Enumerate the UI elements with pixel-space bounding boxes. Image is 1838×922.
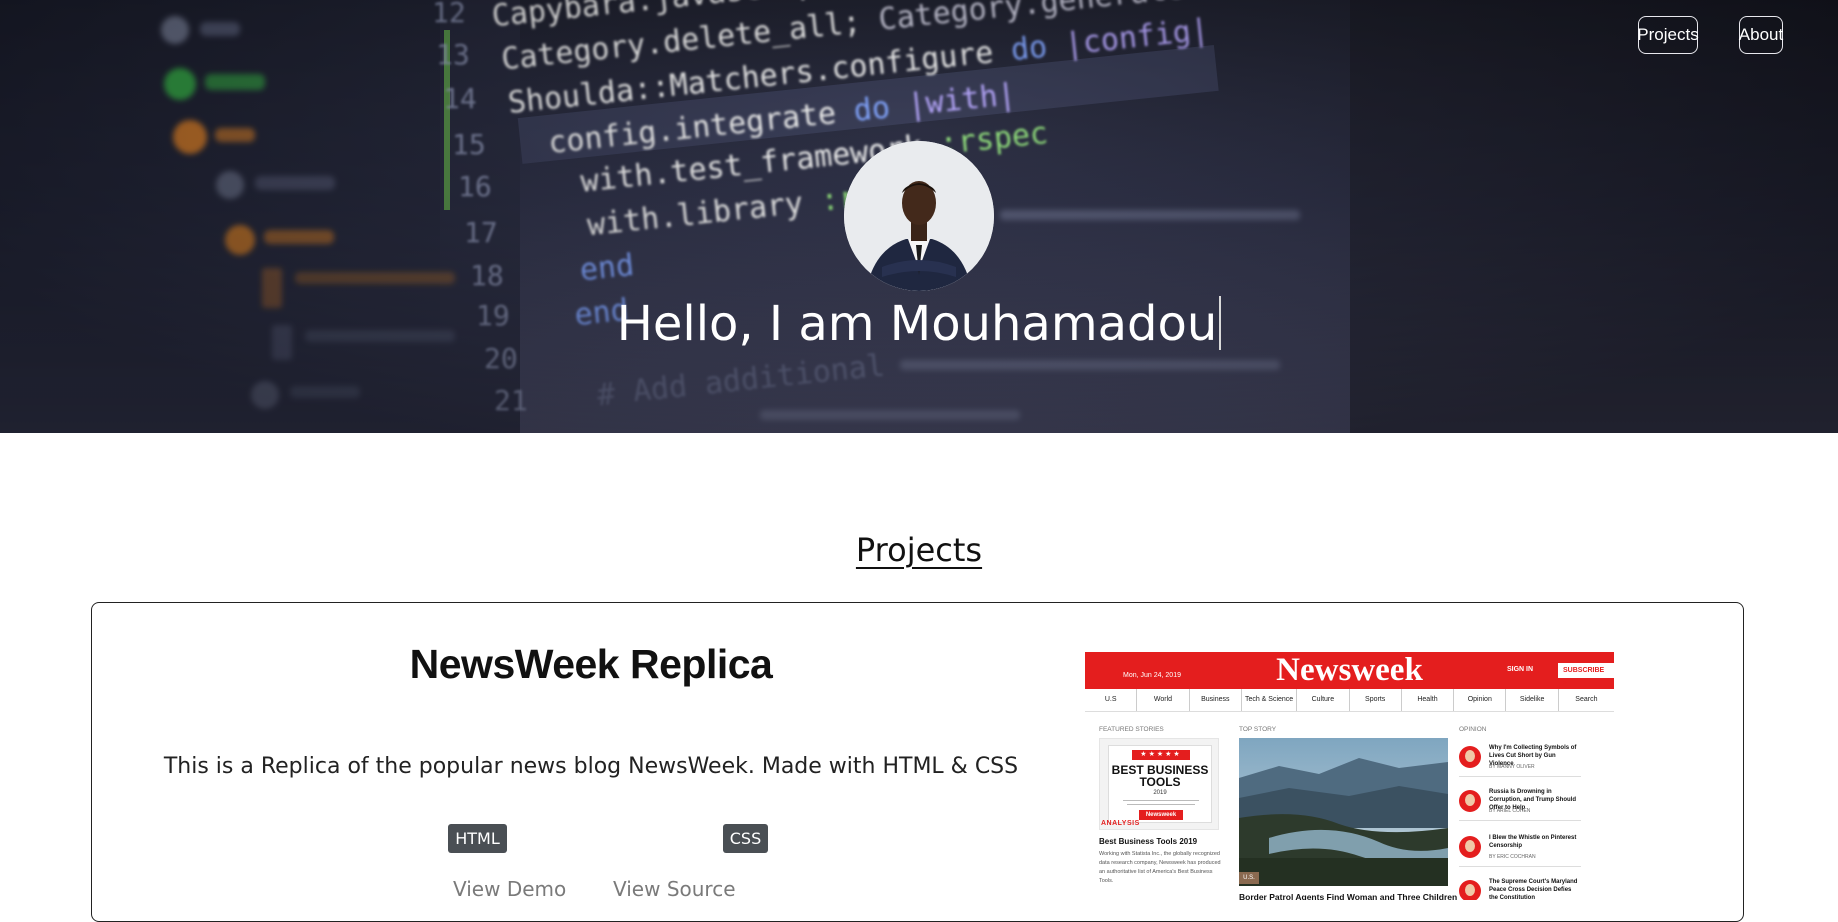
newsweek-mini-badge: Newsweek [1139,810,1183,820]
analysis-label: ANALYSIS [1101,820,1140,827]
nav-projects-button[interactable]: Projects [1637,16,1699,54]
author-avatar [1459,790,1481,812]
author-avatar [1459,746,1481,768]
best-tools-title: BEST BUSINESS TOOLS [1111,763,1209,789]
featured-story-image: ★★★★★ BEST BUSINESS TOOLS 2019 Newsweek [1099,738,1219,830]
tag-html-badge: HTML [448,824,507,853]
featured-stories-heading: FEATURED STORIES [1099,726,1164,733]
project-title: NewsWeek Replica [409,641,773,687]
divider [1459,776,1581,777]
newsweek-menu-item: U.S [1085,689,1138,711]
hero-greeting-text: Hello, I am Mouhamadou [616,296,1218,352]
hero-greeting: Hello, I am Mouhamadou [0,296,1838,352]
newsweek-menu-item: Sidelike [1506,689,1559,711]
view-source-link[interactable]: View Source [613,877,736,901]
divider [1459,820,1581,821]
newsweek-menu-item: Culture [1297,689,1350,711]
typing-caret [1219,296,1222,350]
featured-story-desc: Working with Statista Inc., the globally… [1099,851,1221,884]
divider [1459,866,1581,867]
newsweek-menu-item: World [1137,689,1190,711]
newsweek-menu-item: Sports [1350,689,1402,711]
text-line [1127,804,1195,805]
top-story-image [1239,738,1448,886]
opinion-byline: BY ERIC COCHRAN [1489,854,1536,860]
project-description: This is a Replica of the popular news bl… [163,754,1019,779]
view-demo-link[interactable]: View Demo [453,877,566,901]
tag-css-badge: CSS [723,824,768,853]
newsweek-menu-item: Health [1402,689,1455,711]
opinion-title: The Supreme Court's Maryland Peace Cross… [1489,879,1578,900]
newsweek-menu-item: Business [1190,689,1242,711]
newsweek-sign-in: SIGN IN [1507,666,1534,673]
author-avatar [1459,836,1481,858]
projects-heading: Projects [855,531,983,569]
opinion-title: I Blew the Whistle on Pinterest Censorsh… [1489,835,1577,849]
best-tools-year: 2019 [1153,790,1167,796]
newsweek-logo: Newsweek [1276,652,1423,688]
newsweek-menu-item: Opinion [1454,689,1507,711]
opinion-heading: OPINION [1459,726,1487,733]
top-story-heading: TOP STORY [1239,726,1277,733]
rating-stars: ★★★★★ [1132,750,1190,760]
nav-about-button[interactable]: About [1739,16,1783,54]
opinion-byline: BY MANNY OLIVER [1489,764,1535,770]
newsweek-subscribe: SUBSCRIBE > [1558,663,1614,687]
profile-avatar [844,141,994,291]
author-avatar [1459,880,1481,900]
text-line [1123,800,1199,801]
us-tag: U.S. [1239,872,1259,884]
top-story-title: Border Patrol Agents Find Woman and Thre… [1239,892,1458,900]
featured-story-title: Best Business Tools 2019 [1099,837,1198,846]
newsweek-menu: U.S World Business Tech & Science Cultur… [1085,689,1614,712]
project-screenshot: Mon, Jun 24, 2019 Newsweek SIGN IN SUBSC… [1085,652,1614,900]
hero-banner: 12 13 14 15 16 17 18 19 20 21 Capybara.j… [0,0,1838,433]
newsweek-menu-search: Search [1575,696,1598,703]
opinion-byline: BY ARIEL COHEN [1489,808,1531,814]
newsweek-menu-item: Tech & Science [1242,689,1298,711]
